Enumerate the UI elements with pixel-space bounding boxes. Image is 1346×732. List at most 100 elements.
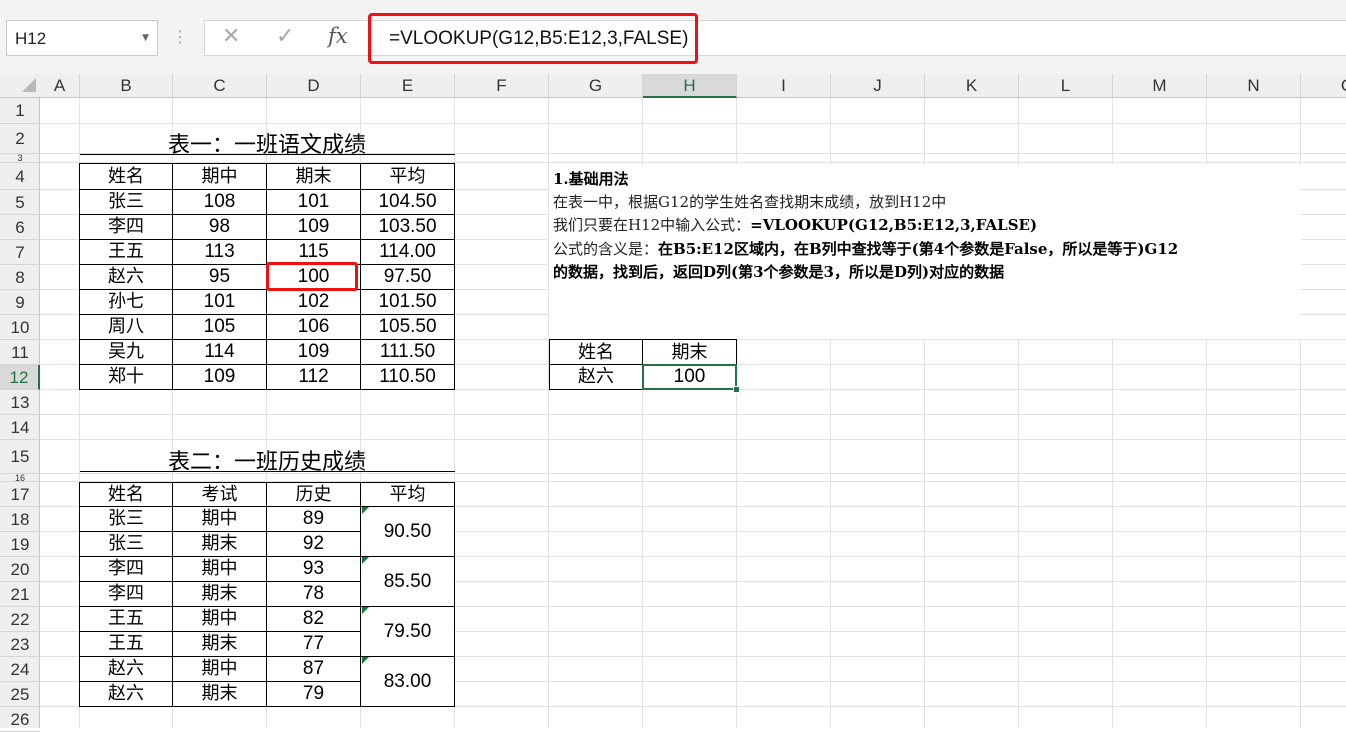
column-header-g[interactable]: G — [549, 74, 643, 98]
table2-cell[interactable]: 王五 — [79, 607, 173, 632]
table1-header-cell[interactable]: 期中 — [173, 163, 267, 190]
column-header-l[interactable]: L — [1019, 74, 1113, 98]
name-box-dropdown-icon[interactable]: ▼ — [142, 33, 149, 43]
table2-cell[interactable]: 79 — [267, 682, 361, 707]
lookup-header-final[interactable]: 期末 — [643, 339, 737, 365]
table2-cell[interactable]: 82 — [267, 607, 361, 632]
row-header-15[interactable]: 15 — [0, 440, 40, 474]
row-header-20[interactable]: 20 — [0, 557, 40, 582]
row-header-10[interactable]: 10 — [0, 315, 40, 340]
row-header-4[interactable]: 4 — [0, 163, 40, 190]
lookup-header-name[interactable]: 姓名 — [549, 339, 643, 365]
row-header-5[interactable]: 5 — [0, 190, 40, 215]
column-header-d[interactable]: D — [267, 74, 361, 98]
table1-cell[interactable]: 吴九 — [79, 340, 173, 365]
table2-cell[interactable]: 李四 — [79, 557, 173, 582]
table1-cell[interactable]: 郑十 — [79, 365, 173, 390]
column-header-a[interactable]: A — [40, 74, 80, 98]
table1-cell[interactable]: 101 — [173, 290, 267, 315]
table1-header-cell[interactable]: 平均 — [361, 163, 455, 190]
table2-cell[interactable]: 期中 — [173, 657, 267, 682]
table1-cell[interactable]: 108 — [173, 190, 267, 215]
more-icon[interactable]: ⋮ — [172, 27, 188, 47]
table2-cell[interactable]: 期末 — [173, 632, 267, 657]
table2-average-merged-cell[interactable]: 83.00 — [361, 657, 455, 707]
table1-cell[interactable]: 110.50 — [361, 365, 455, 390]
column-header-h[interactable]: H — [643, 74, 737, 98]
row-header-23[interactable]: 23 — [0, 632, 40, 657]
column-header-o[interactable]: O — [1301, 74, 1346, 98]
table2-average-merged-cell[interactable]: 79.50 — [361, 607, 455, 657]
row-header-19[interactable]: 19 — [0, 532, 40, 557]
column-header-m[interactable]: M — [1113, 74, 1207, 98]
table2-cell[interactable]: 赵六 — [79, 657, 173, 682]
row-header-21[interactable]: 21 — [0, 582, 40, 607]
row-header-12[interactable]: 12 — [0, 365, 40, 390]
column-header-c[interactable]: C — [173, 74, 267, 98]
table1-cell[interactable]: 101 — [267, 190, 361, 215]
column-header-b[interactable]: B — [80, 74, 173, 98]
table2-cell[interactable]: 89 — [267, 507, 361, 532]
row-header-9[interactable]: 9 — [0, 290, 40, 315]
table1-cell[interactable]: 109 — [267, 215, 361, 240]
table2-average-merged-cell[interactable]: 90.50 — [361, 507, 455, 557]
table2-cell[interactable]: 77 — [267, 632, 361, 657]
table2-average-merged-cell[interactable]: 85.50 — [361, 557, 455, 607]
table1-cell[interactable]: 97.50 — [361, 265, 455, 290]
row-header-22[interactable]: 22 — [0, 607, 40, 632]
table1-header-cell[interactable]: 期末 — [267, 163, 361, 190]
row-header-16[interactable]: 16 — [0, 474, 40, 482]
row-header-7[interactable]: 7 — [0, 240, 40, 265]
column-header-k[interactable]: K — [925, 74, 1019, 98]
table2-cell[interactable]: 期末 — [173, 532, 267, 557]
table1-header-cell[interactable]: 姓名 — [79, 163, 173, 190]
row-header-17[interactable]: 17 — [0, 482, 40, 507]
table1-cell[interactable]: 112 — [267, 365, 361, 390]
row-header-8[interactable]: 8 — [0, 265, 40, 290]
table2-header-cell[interactable]: 姓名 — [79, 482, 173, 507]
table1-cell[interactable]: 103.50 — [361, 215, 455, 240]
table1-cell[interactable]: 102 — [267, 290, 361, 315]
insert-function-icon[interactable]: fx — [328, 24, 348, 48]
table1-cell[interactable]: 106 — [267, 315, 361, 340]
row-header-14[interactable]: 14 — [0, 415, 40, 440]
table2-cell[interactable]: 期中 — [173, 507, 267, 532]
table2-cell[interactable]: 张三 — [79, 532, 173, 557]
table1-cell[interactable]: 周八 — [79, 315, 173, 340]
table1-cell[interactable]: 王五 — [79, 240, 173, 265]
column-header-n[interactable]: N — [1207, 74, 1301, 98]
table2-header-cell[interactable]: 考试 — [173, 482, 267, 507]
table1-cell[interactable]: 105 — [173, 315, 267, 340]
table1-cell[interactable]: 105.50 — [361, 315, 455, 340]
table2-cell[interactable]: 期中 — [173, 557, 267, 582]
table2-cell[interactable]: 期末 — [173, 582, 267, 607]
table1-cell[interactable]: 113 — [173, 240, 267, 265]
row-header-18[interactable]: 18 — [0, 507, 40, 532]
table1-cell[interactable]: 李四 — [79, 215, 173, 240]
table2-cell[interactable]: 87 — [267, 657, 361, 682]
column-header-j[interactable]: J — [831, 74, 925, 98]
table1-cell[interactable]: 赵六 — [79, 265, 173, 290]
table1-cell[interactable]: 114 — [173, 340, 267, 365]
table1-cell[interactable]: 98 — [173, 215, 267, 240]
row-header-26[interactable]: 26 — [0, 707, 40, 732]
enter-icon[interactable]: ✓ — [276, 24, 294, 49]
lookup-name-cell[interactable]: 赵六 — [549, 365, 643, 390]
table1-cell[interactable]: 101.50 — [361, 290, 455, 315]
table1-cell[interactable]: 孙七 — [79, 290, 173, 315]
row-header-13[interactable]: 13 — [0, 390, 40, 415]
row-header-6[interactable]: 6 — [0, 215, 40, 240]
table2-cell[interactable]: 期中 — [173, 607, 267, 632]
row-header-2[interactable]: 2 — [0, 124, 40, 154]
table2-cell[interactable]: 李四 — [79, 582, 173, 607]
table1-cell[interactable]: 张三 — [79, 190, 173, 215]
table1-cell[interactable]: 111.50 — [361, 340, 455, 365]
table2-cell[interactable]: 期末 — [173, 682, 267, 707]
cancel-icon[interactable]: ✕ — [222, 24, 240, 49]
table2-header-cell[interactable]: 平均 — [361, 482, 455, 507]
table2-cell[interactable]: 张三 — [79, 507, 173, 532]
name-box[interactable]: H12 ▼ — [6, 20, 158, 56]
row-header-3[interactable]: 3 — [0, 154, 40, 163]
fill-handle[interactable] — [733, 386, 740, 393]
table2-cell[interactable]: 赵六 — [79, 682, 173, 707]
